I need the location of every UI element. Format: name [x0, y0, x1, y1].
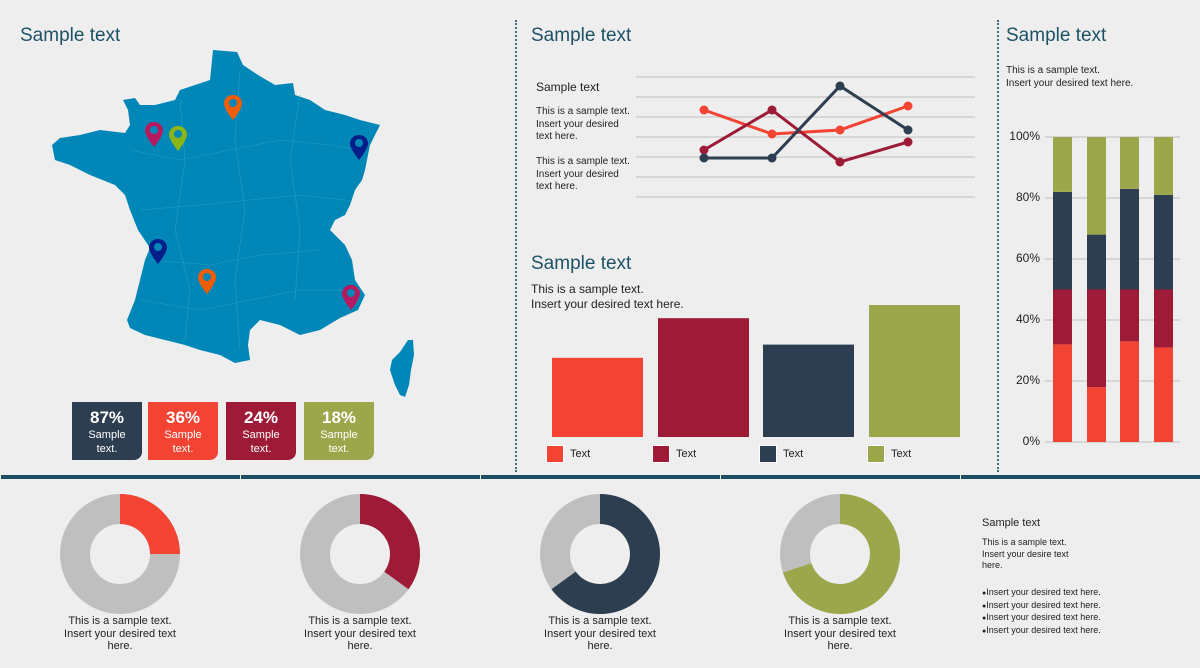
text-line: Insert your desired text	[544, 627, 656, 640]
donut-chart	[780, 494, 900, 614]
notes-bullets: Insert your desired text here. Insert yo…	[982, 587, 1101, 637]
text-line: This is a sample text.	[982, 537, 1067, 547]
text-line: here.	[982, 560, 1003, 570]
donut-caption: This is a sample text. Insert your desire…	[770, 615, 910, 653]
notes-title: Sample text	[982, 517, 1041, 529]
bullet-item: Insert your desired text here.	[982, 612, 1101, 625]
donut-chart	[540, 494, 661, 614]
donut-caption: This is a sample text. Insert your desire…	[530, 615, 670, 653]
text-line: Insert your desired text	[304, 627, 416, 640]
donut-chart	[300, 494, 420, 614]
donut-value-arc	[120, 494, 180, 554]
text-line: here.	[827, 640, 853, 652]
text-line: This is a sample text.	[68, 615, 172, 627]
text-line: This is a sample text.	[308, 615, 412, 627]
text-line: here.	[587, 640, 613, 652]
text-line: Insert your desired text	[784, 627, 896, 640]
text-line: Insert your desired text	[64, 627, 176, 640]
bullet-item: Insert your desired text here.	[982, 587, 1101, 600]
text-line: here.	[347, 640, 373, 652]
donut-caption: This is a sample text. Insert your desire…	[50, 615, 190, 653]
donut-chart	[60, 494, 180, 614]
donut-caption: This is a sample text. Insert your desire…	[290, 615, 430, 653]
text-line: Insert your desire text	[982, 548, 1069, 559]
bullet-item: Insert your desired text here.	[982, 600, 1101, 613]
text-line: here.	[107, 640, 133, 652]
bullet-item: Insert your desired text here.	[982, 625, 1101, 638]
text-line: This is a sample text.	[548, 615, 652, 627]
donut-value-arc	[360, 494, 420, 590]
text-line: This is a sample text.	[788, 615, 892, 627]
notes-desc: This is a sample text. Insert your desir…	[982, 537, 1069, 572]
